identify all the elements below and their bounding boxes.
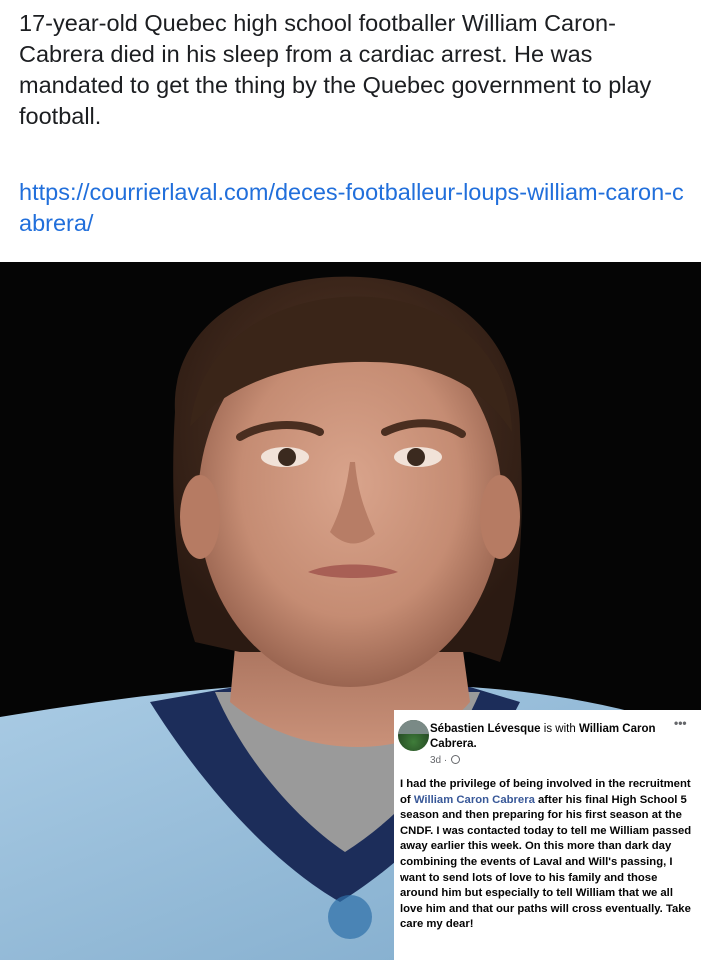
post-text: 17-year-old Quebec high school footballe… (19, 10, 652, 129)
more-options-icon[interactable]: ••• (674, 716, 687, 730)
post-body: I had the privilege of being involved in… (400, 777, 697, 933)
body-text-2: after his final High School 5 season and… (400, 793, 692, 931)
article-link[interactable]: https://courrierlaval.com/deces-football… (19, 177, 689, 239)
author-avatar[interactable] (398, 720, 429, 751)
mention-link[interactable]: William Caron Cabrera (414, 794, 535, 806)
globe-icon (451, 755, 461, 764)
with-text: is with (543, 723, 576, 735)
facebook-post-card: Sébastien Lévesque is with William Caron… (394, 710, 701, 960)
post-time[interactable]: 3d (430, 755, 441, 766)
author-name[interactable]: Sébastien Lévesque (430, 723, 541, 735)
post-meta: 3d · (430, 755, 461, 766)
post-header: Sébastien Lévesque is with William Caron… (430, 722, 660, 752)
